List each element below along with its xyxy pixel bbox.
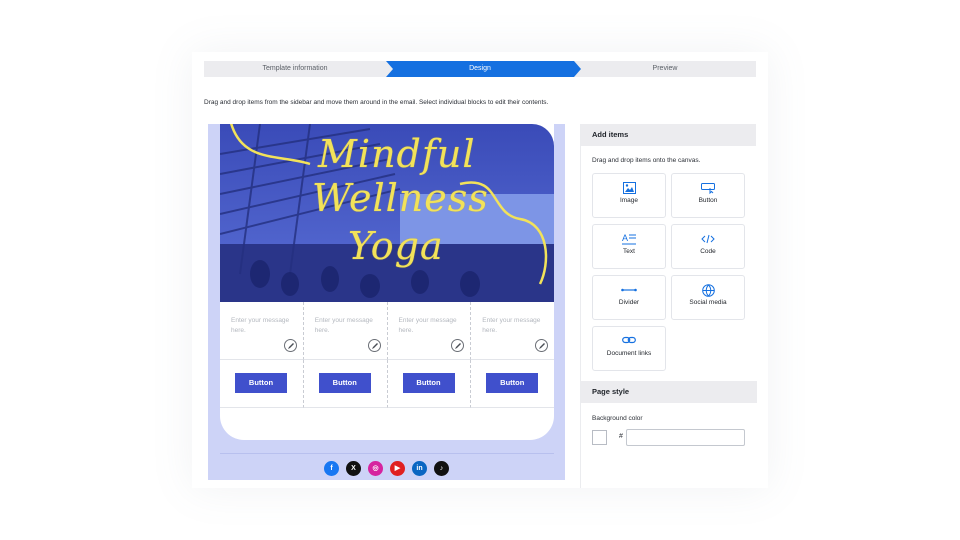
tile-label: Code <box>700 248 716 255</box>
step-template-information[interactable]: Template information <box>204 61 386 77</box>
button-icon <box>672 182 744 195</box>
tile-code[interactable]: Code <box>671 224 745 269</box>
facebook-icon[interactable]: f <box>324 461 339 476</box>
step-design[interactable]: Design <box>386 61 581 77</box>
social-icons-row[interactable]: f X ◎ ▶ in ♪ <box>208 461 565 476</box>
tiktok-icon[interactable]: ♪ <box>434 461 449 476</box>
svg-text:A: A <box>622 233 628 243</box>
message-block[interactable]: Enter your message here. <box>471 302 554 360</box>
message-placeholder: Enter your message here. <box>398 317 457 334</box>
tile-label: Document links <box>606 350 652 357</box>
sidebar-panel: Add items Drag and drop items onto the c… <box>580 124 757 488</box>
hash-symbol: # <box>619 433 623 440</box>
add-items-hint: Drag and drop items onto the canvas. <box>592 157 701 164</box>
message-placeholder: Enter your message here. <box>231 317 290 334</box>
email-button[interactable]: Button <box>318 373 371 393</box>
email-divider[interactable] <box>220 453 554 454</box>
tile-label: Text <box>623 248 635 255</box>
edit-pencil-icon[interactable] <box>451 339 465 352</box>
message-row: Enter your message here. Enter your mess… <box>220 302 554 360</box>
message-block[interactable]: Enter your message here. <box>387 302 472 360</box>
background-color-row: # <box>581 429 757 450</box>
page-style-section: Page style Background color # <box>581 381 757 450</box>
yoga-scene-image <box>220 124 554 302</box>
email-canvas[interactable]: Mindful Wellness Yoga Enter your message… <box>208 124 565 480</box>
color-swatch[interactable] <box>592 430 607 445</box>
tile-button[interactable]: Button <box>671 173 745 218</box>
image-icon <box>593 182 665 195</box>
background-color-input[interactable] <box>626 429 745 446</box>
x-icon[interactable]: X <box>346 461 361 476</box>
page-style-header: Page style <box>581 381 757 403</box>
tile-divider[interactable]: Divider <box>592 275 666 320</box>
message-placeholder: Enter your message here. <box>314 317 373 334</box>
code-icon <box>672 233 744 246</box>
text-icon: A <box>593 233 665 246</box>
email-button[interactable]: Button <box>235 373 287 393</box>
step-preview[interactable]: Preview <box>574 61 756 77</box>
hero-image[interactable]: Mindful Wellness Yoga <box>220 124 554 302</box>
youtube-icon[interactable]: ▶ <box>390 461 405 476</box>
tile-label: Divider <box>618 299 640 306</box>
instagram-icon[interactable]: ◎ <box>368 461 383 476</box>
tile-text[interactable]: A Text <box>592 224 666 269</box>
message-block[interactable]: Enter your message here. <box>303 302 388 360</box>
button-block[interactable]: Button <box>220 360 304 408</box>
email-body[interactable]: Mindful Wellness Yoga Enter your message… <box>220 124 554 440</box>
linkedin-icon[interactable]: in <box>412 461 427 476</box>
instructions-text: Drag and drop items from the sidebar and… <box>204 99 549 106</box>
add-items-header: Add items <box>581 124 756 146</box>
tile-social-media[interactable]: Social media <box>671 275 745 320</box>
button-block[interactable]: Button <box>303 360 388 408</box>
edit-pencil-icon[interactable] <box>535 339 548 352</box>
email-button[interactable]: Button <box>402 373 455 393</box>
button-row: Button Button Button Button <box>220 360 554 408</box>
divider-icon <box>593 284 665 297</box>
background-color-label: Background color <box>592 415 643 422</box>
template-editor: Template information Design Preview Drag… <box>192 52 768 488</box>
stepper: Template information Design Preview <box>204 61 756 77</box>
email-button[interactable]: Button <box>486 373 539 393</box>
link-icon <box>593 335 665 348</box>
tile-label: Button <box>698 197 718 204</box>
button-block[interactable]: Button <box>387 360 472 408</box>
tile-label: Image <box>619 197 639 204</box>
button-block[interactable]: Button <box>471 360 554 408</box>
tile-image[interactable]: Image <box>592 173 666 218</box>
tile-document-links[interactable]: Document links <box>592 326 666 371</box>
message-block[interactable]: Enter your message here. <box>220 302 304 360</box>
item-tiles: Image Button A Text Code Divider Social … <box>581 173 756 371</box>
edit-pencil-icon[interactable] <box>367 339 381 352</box>
message-placeholder: Enter your message here. <box>482 317 541 334</box>
tile-label: Social media <box>689 299 727 306</box>
social-media-icon <box>672 284 744 297</box>
edit-pencil-icon[interactable] <box>283 339 297 352</box>
